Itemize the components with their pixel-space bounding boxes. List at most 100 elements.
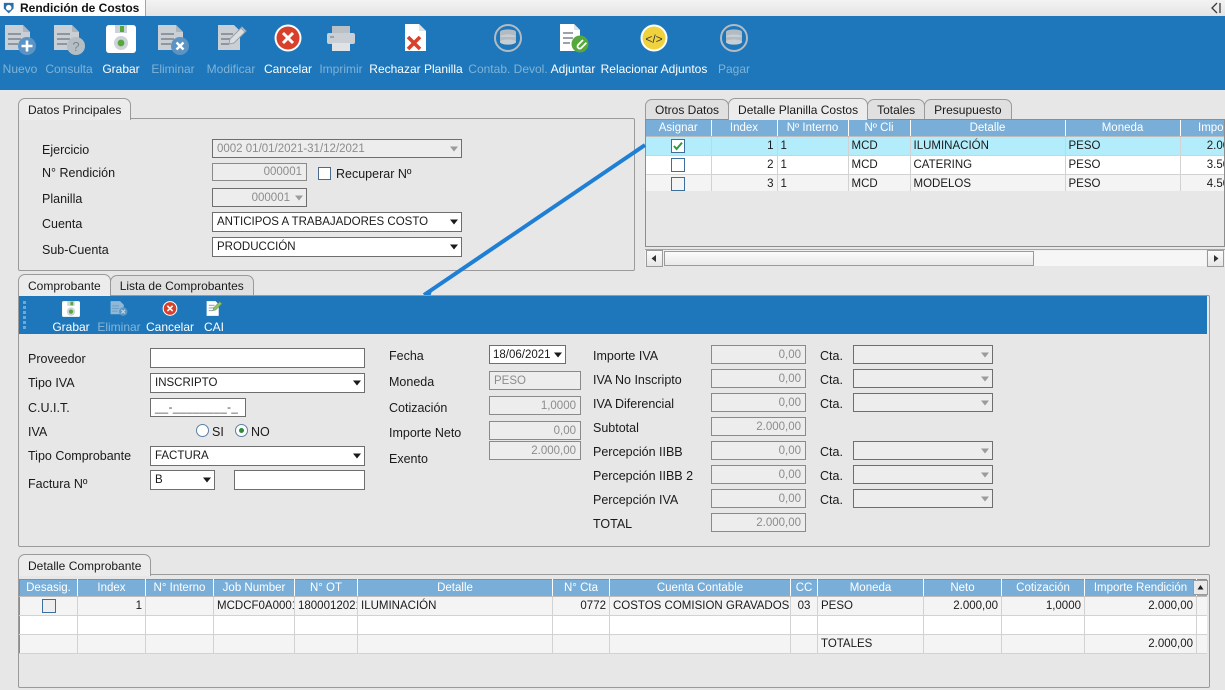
row-checkbox[interactable] — [671, 177, 685, 191]
toolbar-button-rechazar-planilla[interactable]: Rechazar Planilla — [368, 20, 464, 76]
tab-detalle-planilla-costos[interactable]: Detalle Planilla Costos — [728, 98, 868, 120]
col-n-ot[interactable]: N° OT — [295, 580, 358, 597]
ejercicio-combo[interactable]: 0002 01/01/2021-31/12/2021 — [212, 139, 462, 158]
tab-totales[interactable]: Totales — [867, 99, 925, 120]
col-moneda[interactable]: Moneda — [818, 580, 924, 597]
detalle-grid-scroll-up-button[interactable] — [1193, 580, 1208, 595]
col-asignar[interactable]: Asignar — [646, 120, 711, 137]
planilla-combo[interactable]: 000001 — [212, 188, 307, 207]
percepcion-iibb-2-value: 0,00 — [779, 469, 801, 481]
toolbar-button-adjuntar[interactable]: Adjuntar — [546, 20, 600, 76]
cell-interno: 1 — [777, 137, 848, 156]
row-checkbox-checked[interactable] — [671, 139, 685, 153]
col-cc[interactable]: CC — [791, 580, 818, 597]
toolbar-button-relacionar-adjuntos[interactable]: </> Relacionar Adjuntos — [594, 20, 714, 76]
col-detalle[interactable]: Detalle — [358, 580, 553, 597]
cell-interno: 1 — [777, 156, 848, 175]
tab-label: Lista de Comprobantes — [120, 279, 244, 293]
tab-comprobante[interactable]: Comprobante — [18, 274, 111, 296]
col-cuenta-contable[interactable]: Cuenta Contable — [610, 580, 791, 597]
triangle-left-icon — [651, 255, 658, 262]
toolbar-button-grabar[interactable]: Grabar — [98, 20, 144, 76]
cell-desasig[interactable] — [20, 616, 78, 635]
cell-moneda: PESO — [818, 597, 924, 616]
collapse-arrow-icon[interactable] — [1208, 1, 1222, 15]
tab-otros-datos[interactable]: Otros Datos — [645, 99, 729, 120]
tab-detalle-comprobante[interactable]: Detalle Comprobante — [18, 554, 151, 576]
tab-presupuesto[interactable]: Presupuesto — [924, 99, 1011, 120]
subtoolbar-button-eliminar[interactable]: Eliminar — [95, 298, 143, 334]
factura-letra-combo[interactable]: B — [150, 470, 215, 490]
row-checkbox[interactable] — [671, 158, 685, 172]
detalle-planilla-costos-grid[interactable]: Asignar Index Nº Interno Nº Cli Detalle … — [645, 119, 1225, 247]
iva-radio-si[interactable] — [196, 424, 209, 437]
hscroll-track[interactable] — [664, 251, 1206, 266]
printer-icon — [316, 20, 366, 62]
window-tab-rendicion-de-costos[interactable]: Rendición de Costos — [0, 0, 146, 17]
toolbar-button-modificar[interactable]: Modificar — [202, 20, 260, 76]
cta-combo-6[interactable] — [853, 489, 993, 508]
factura-numero-input[interactable] — [234, 470, 365, 490]
table-row[interactable]: 1 1 MCD ILUMINACIÓN PESO 2.000,00 — [646, 137, 1225, 156]
fecha-datepicker[interactable]: 18/06/2021 — [489, 345, 566, 364]
tab-datos-principales[interactable]: Datos Principales — [18, 98, 131, 120]
col-importe-rendicion[interactable]: Importe Rendición — [1085, 580, 1197, 597]
right-grid-hscrollbar[interactable] — [645, 249, 1225, 266]
toolbar-button-pagar[interactable]: Pagar — [712, 20, 756, 76]
cta-combo-5[interactable] — [853, 465, 993, 484]
cta-combo-3[interactable] — [853, 393, 993, 412]
subtoolbar-button-grabar[interactable]: Grabar — [49, 298, 93, 334]
col-neto[interactable]: Neto — [924, 580, 1002, 597]
iva-radio-no[interactable] — [235, 424, 248, 437]
toolbar-button-eliminar[interactable]: Eliminar — [146, 20, 200, 76]
subtoolbar-button-cancelar[interactable]: Cancelar — [145, 298, 195, 334]
col-detalle[interactable]: Detalle — [910, 120, 1065, 137]
cell-asignar[interactable] — [646, 137, 711, 156]
tipo-iva-combo[interactable]: INSCRIPTO — [150, 373, 365, 393]
scroll-right-button[interactable] — [1207, 250, 1224, 267]
toolbar-button-nuevo[interactable]: Nuevo — [0, 20, 40, 76]
cta-combo-4[interactable] — [853, 441, 993, 460]
table-row[interactable]: 2 1 MCD CATERING PESO 3.500,00 — [646, 156, 1225, 175]
cancel-circle-icon — [262, 20, 314, 62]
toolbar-button-imprimir[interactable]: Imprimir — [316, 20, 366, 76]
scroll-left-button[interactable] — [646, 250, 663, 267]
proveedor-input[interactable] — [150, 348, 365, 368]
cta-combo-1[interactable] — [853, 345, 993, 364]
cta-combo-2[interactable] — [853, 369, 993, 388]
tipo-comprobante-combo[interactable]: FACTURA — [150, 446, 365, 466]
n-rendicion-input[interactable]: 000001 — [212, 163, 307, 181]
col-importe[interactable]: Importe — [1180, 120, 1225, 137]
subtoolbar-button-cai[interactable]: CAI — [201, 298, 227, 334]
reject-sheet-icon — [368, 20, 464, 62]
cuit-input[interactable]: __-________-_ — [150, 398, 246, 417]
recuperar-n-checkbox[interactable] — [318, 167, 331, 180]
col-n-cli[interactable]: Nº Cli — [848, 120, 910, 137]
col-job-number[interactable]: Job Number — [214, 580, 295, 597]
label-n-rendicion: N° Rendición — [42, 166, 115, 180]
col-n-cta[interactable]: N° Cta — [553, 580, 610, 597]
table-row[interactable] — [20, 616, 1208, 635]
hscroll-thumb[interactable] — [664, 251, 1034, 266]
table-row[interactable]: 1 MCDCF0A0001 1800012021 ILUMINACIÓN 077… — [20, 597, 1208, 616]
toolbar-button-consulta[interactable]: ? Consulta — [42, 20, 96, 76]
toolbar-button-contab-devol[interactable]: Contab. Devol. — [466, 20, 550, 76]
tab-lista-de-comprobantes[interactable]: Lista de Comprobantes — [110, 275, 254, 296]
detalle-comprobante-grid[interactable]: Desasig. Index N° Interno Job Number N° … — [19, 579, 1207, 671]
cuenta-combo[interactable]: ANTICIPOS A TRABAJADORES COSTO — [212, 212, 462, 232]
cell-desasig[interactable] — [20, 597, 78, 616]
col-n-interno[interactable]: N° Interno — [146, 580, 214, 597]
col-index[interactable]: Index — [711, 120, 777, 137]
toolbar-gripper[interactable] — [23, 301, 26, 329]
sub-cuenta-combo[interactable]: PRODUCCIÓN — [212, 237, 462, 257]
row-checkbox[interactable] — [42, 599, 56, 613]
cell-importe: 2.000,00 — [1180, 137, 1225, 156]
col-desasig[interactable]: Desasig. — [20, 580, 78, 597]
cell-asignar[interactable] — [646, 156, 711, 175]
col-moneda[interactable]: Moneda — [1065, 120, 1180, 137]
toolbar-button-cancelar[interactable]: Cancelar — [262, 20, 314, 76]
chevron-down-icon — [450, 146, 458, 151]
col-index[interactable]: Index — [78, 580, 146, 597]
col-cotizacion[interactable]: Cotización — [1002, 580, 1085, 597]
col-n-interno[interactable]: Nº Interno — [777, 120, 848, 137]
